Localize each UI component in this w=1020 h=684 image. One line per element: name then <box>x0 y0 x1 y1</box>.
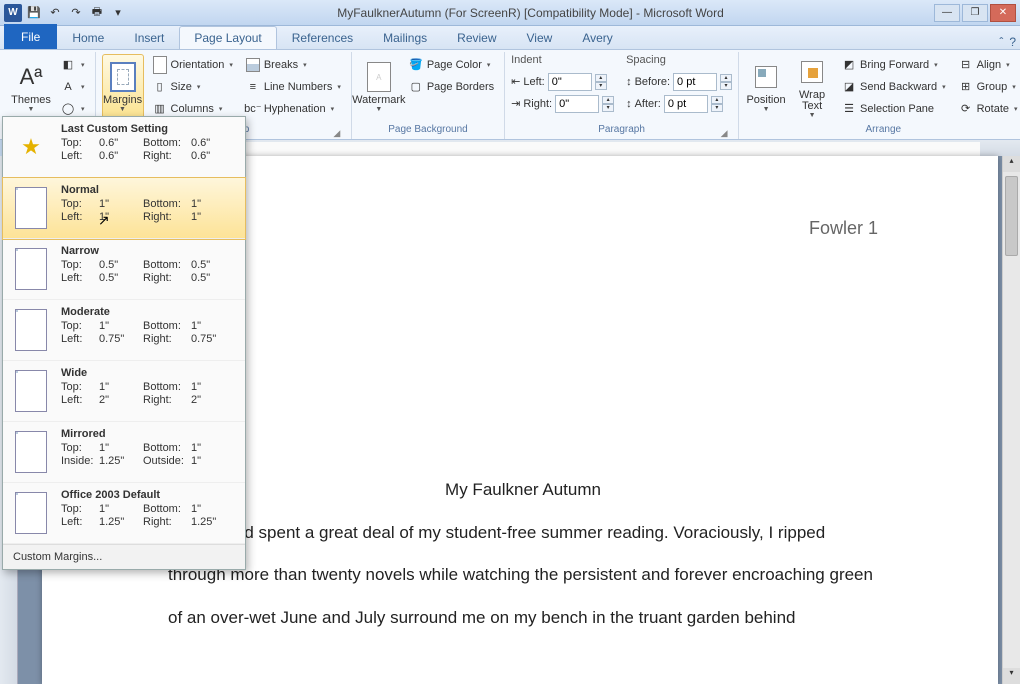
word-app-icon[interactable]: W <box>4 4 22 22</box>
indent-left-input[interactable] <box>548 73 592 91</box>
breaks-button[interactable]: Breaks▾ <box>241 54 345 75</box>
tab-mailings[interactable]: Mailings <box>368 26 442 49</box>
group-arrange: Position▼ Wrap Text▼ ◩Bring Forward▾ ◪Se… <box>739 52 1020 139</box>
rotate-button[interactable]: ⟳Rotate▾ <box>954 98 1020 119</box>
minimize-ribbon-icon[interactable]: ˆ <box>999 35 1003 49</box>
tab-home[interactable]: Home <box>57 26 119 49</box>
align-button[interactable]: ⊟Align▾ <box>954 54 1020 75</box>
margins-moderate[interactable]: Moderate Top:1"Bottom:1" Left:0.75"Right… <box>3 300 245 361</box>
tab-avery[interactable]: Avery <box>567 26 627 49</box>
send-backward-button[interactable]: ◪Send Backward▾ <box>837 76 950 97</box>
group-page-background: A Watermark▼ 🪣Page Color▾ ▢Page Borders … <box>352 52 505 139</box>
qat-more-icon[interactable]: ▾ <box>109 4 127 22</box>
orientation-button[interactable]: Orientation▾ <box>148 54 237 75</box>
doc-line: I <box>168 384 878 427</box>
doc-body: I had spent a great deal of my student-f… <box>168 512 878 640</box>
line-numbers-button[interactable]: ≡Line Numbers▾ <box>241 76 345 97</box>
tab-review[interactable]: Review <box>442 26 511 49</box>
hyphenation-button[interactable]: bc⁻Hyphenation▾ <box>241 98 345 119</box>
scroll-down-arrow[interactable]: ▾ <box>1003 668 1020 684</box>
ribbon-tabs: File Home Insert Page Layout References … <box>0 26 1020 50</box>
title-bar: W 💾 ↶ ↷ 🖶 ▾ MyFaulknerAutumn (For Screen… <box>0 0 1020 26</box>
help-icon[interactable]: ? <box>1009 35 1016 49</box>
spacing-after-input[interactable] <box>664 95 708 113</box>
spacing-before-input[interactable] <box>673 73 717 91</box>
minimize-button[interactable]: — <box>934 4 960 22</box>
restore-button[interactable]: ❐ <box>962 4 988 22</box>
spin-down[interactable]: ▾ <box>595 82 607 90</box>
scroll-up-arrow[interactable]: ▴ <box>1003 156 1020 172</box>
margins-mirrored[interactable]: Mirrored Top:1"Bottom:1" Inside:1.25"Out… <box>3 422 245 483</box>
margins-narrow[interactable]: Narrow Top:0.5"Bottom:0.5" Left:0.5"Righ… <box>3 239 245 300</box>
doc-title: My Faulkner Autumn <box>168 469 878 512</box>
page-header: Fowler 1 <box>168 206 878 251</box>
tab-page-layout[interactable]: Page Layout <box>179 26 276 49</box>
position-button[interactable]: Position▼ <box>745 54 787 120</box>
margins-wide[interactable]: Wide Top:1"Bottom:1" Left:2"Right:2" <box>3 361 245 422</box>
theme-fonts-button[interactable]: A▾ <box>56 76 89 97</box>
spin-up[interactable]: ▴ <box>595 74 607 82</box>
margins-dropdown: ★ Last Custom Setting Top:0.6"Bottom:0.6… <box>2 116 246 570</box>
size-button[interactable]: ▯Size▾ <box>148 76 237 97</box>
themes-button[interactable]: Aª Themes▼ <box>10 54 52 120</box>
wrap-text-button[interactable]: Wrap Text▼ <box>791 54 833 120</box>
redo-icon[interactable]: ↷ <box>67 4 85 22</box>
doc-line: 13 <box>168 427 878 470</box>
page-borders-button[interactable]: ▢Page Borders <box>404 76 498 97</box>
indent-right-input[interactable] <box>555 95 599 113</box>
margins-office-2003[interactable]: Office 2003 Default Top:1"Bottom:1" Left… <box>3 483 245 544</box>
vertical-scrollbar[interactable]: ▴ ▾ <box>1002 156 1020 684</box>
watermark-button[interactable]: A Watermark▼ <box>358 54 400 120</box>
tab-references[interactable]: References <box>277 26 368 49</box>
doc-line: wler <box>168 281 878 324</box>
scroll-thumb[interactable] <box>1005 176 1018 256</box>
tab-view[interactable]: View <box>512 26 568 49</box>
tab-insert[interactable]: Insert <box>119 26 179 49</box>
margins-last-custom[interactable]: ★ Last Custom Setting Top:0.6"Bottom:0.6… <box>3 117 245 178</box>
print-icon[interactable]: 🖶 <box>88 4 106 22</box>
custom-margins[interactable]: Custom Margins... <box>3 544 245 569</box>
group-button[interactable]: ⊞Group▾ <box>954 76 1020 97</box>
margins-button[interactable]: Margins▼ <box>102 54 144 120</box>
theme-colors-button[interactable]: ◧▾ <box>56 54 89 75</box>
page-setup-launcher[interactable]: ◢ <box>331 126 343 138</box>
tab-file[interactable]: File <box>4 24 57 49</box>
paragraph-launcher[interactable]: ◢ <box>718 126 730 138</box>
doc-line: Essay <box>168 342 878 385</box>
bring-forward-button[interactable]: ◩Bring Forward▾ <box>837 54 950 75</box>
close-button[interactable]: ✕ <box>990 4 1016 22</box>
window-title: MyFaulknerAutumn (For ScreenR) [Compatib… <box>127 6 934 20</box>
undo-icon[interactable]: ↶ <box>46 4 64 22</box>
margins-normal[interactable]: .dd-normal::after{inset:7px} Normal Top:… <box>3 178 245 239</box>
save-icon[interactable]: 💾 <box>25 4 43 22</box>
selection-pane-button[interactable]: ☰Selection Pane <box>837 98 950 119</box>
group-paragraph: Indent ⇤Left:▴▾ ⇥Right:▴▾ Spacing ↕Befor… <box>505 52 739 139</box>
page-color-button[interactable]: 🪣Page Color▾ <box>404 54 498 75</box>
